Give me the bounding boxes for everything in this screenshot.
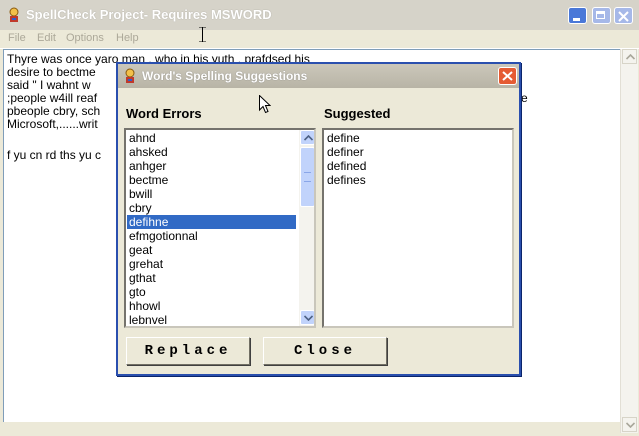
close-icon — [502, 71, 513, 81]
mouse-pointer-icon — [259, 95, 271, 114]
chevron-down-icon — [626, 422, 635, 428]
errors-scroll-up[interactable] — [300, 130, 314, 145]
menu-file[interactable]: File — [8, 32, 26, 44]
chevron-up-icon — [626, 54, 635, 60]
title-bar[interactable]: SpellCheck Project- Requires MSWORD — [0, 0, 639, 30]
list-item[interactable]: efmgotionnal — [127, 229, 198, 243]
spelling-dialog: Word's Spelling Suggestions Word Errors … — [116, 62, 521, 376]
suggested-header: Suggested — [324, 106, 391, 121]
close-icon — [618, 11, 629, 22]
list-item[interactable]: defined — [325, 159, 366, 173]
editor-line-overflow: e — [521, 91, 528, 105]
minimize-button[interactable] — [568, 7, 587, 24]
editor-scrollbar[interactable] — [620, 49, 638, 433]
list-item[interactable]: geat — [127, 243, 152, 257]
word-errors-header: Word Errors — [126, 106, 202, 121]
list-item[interactable]: lebnvel — [127, 313, 167, 326]
app-icon — [9, 7, 19, 22]
scroll-up-button[interactable] — [622, 49, 637, 64]
list-item[interactable]: anhger — [127, 159, 166, 173]
editor-line: Microsoft,......writ — [7, 117, 98, 131]
list-item[interactable]: defines — [325, 173, 366, 187]
list-item[interactable]: gthat — [127, 271, 156, 285]
list-item-selected[interactable]: defihne — [127, 215, 296, 229]
scroll-down-button[interactable] — [622, 417, 637, 432]
errors-scroll-down[interactable] — [300, 310, 314, 325]
list-item[interactable]: bwill — [127, 187, 152, 201]
list-item[interactable]: ahnd — [127, 131, 156, 145]
dialog-title: Word's Spelling Suggestions — [142, 69, 308, 83]
window-title: SpellCheck Project- Requires MSWORD — [26, 7, 272, 22]
suggestions-list[interactable]: define definer defined defines — [322, 128, 514, 328]
maximize-button[interactable] — [592, 7, 611, 24]
list-item[interactable]: grehat — [127, 257, 163, 271]
close-window-button[interactable] — [614, 7, 633, 24]
close-button[interactable]: Close — [263, 337, 387, 365]
list-item[interactable]: bectme — [127, 173, 168, 187]
menu-edit[interactable]: Edit — [37, 32, 56, 44]
list-item[interactable]: gto — [127, 285, 146, 299]
list-item[interactable]: definer — [325, 145, 364, 159]
ibeam-cursor-icon — [199, 27, 206, 42]
editor-line: f yu cn rd ths yu c — [7, 148, 102, 162]
list-item[interactable]: ahsked — [127, 145, 168, 159]
errors-scroll-thumb[interactable] — [300, 147, 314, 207]
menu-bar: File Edit Options Help — [0, 30, 639, 49]
dialog-icon — [125, 68, 135, 83]
list-item[interactable]: hhowl — [127, 299, 160, 313]
word-errors-list[interactable]: ahnd ahsked anhger bectme bwill cbry def… — [124, 128, 316, 328]
list-item[interactable]: cbry — [127, 201, 152, 215]
chevron-up-icon — [304, 135, 313, 141]
list-item[interactable]: define — [325, 131, 360, 145]
dialog-title-bar[interactable]: Word's Spelling Suggestions — [118, 64, 519, 88]
replace-button[interactable]: Replace — [126, 337, 250, 365]
menu-options[interactable]: Options — [66, 32, 104, 44]
errors-scrollbar[interactable] — [299, 130, 314, 326]
chevron-down-icon — [304, 315, 313, 321]
dialog-close-button[interactable] — [498, 67, 517, 85]
menu-help[interactable]: Help — [116, 32, 139, 44]
